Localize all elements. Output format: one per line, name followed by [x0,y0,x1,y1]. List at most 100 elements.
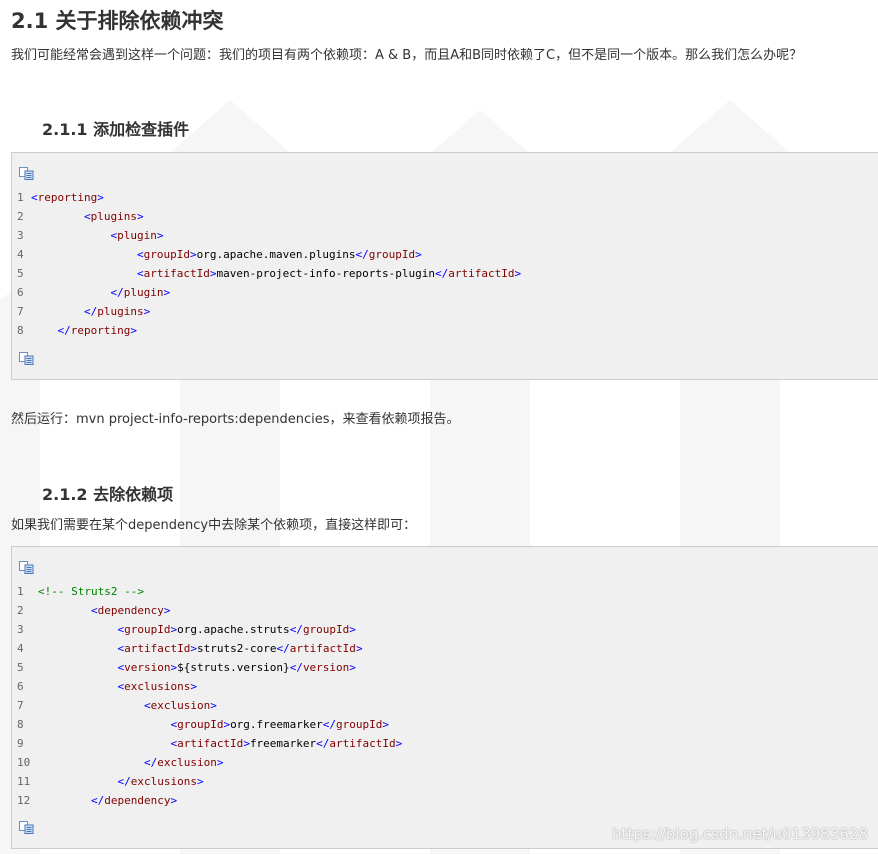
code-token: </ [110,286,124,299]
code-token: </ [276,642,290,655]
code-token: < [90,604,98,617]
code-token: plugins [90,210,137,223]
subsection-title-add-plugin: 2.1.1 添加检查插件 [42,120,190,139]
copy-code-icon[interactable] [19,352,34,365]
code-token: < [83,210,91,223]
line-number: 11 [17,775,31,788]
code-line: 2 <dependency> [17,601,170,620]
code-line: 5 <version>${struts.version}</version> [17,658,356,677]
code-block-plugin: 1 <reporting> 2 <plugins> 3 <plugin> 4 <grou… [11,152,878,380]
line-number: 12 [17,794,31,807]
code-token: org.apache.struts [177,623,290,636]
code-token: groupId [302,623,350,636]
code-token: > [415,248,422,261]
code-token: plugins [97,305,144,318]
line-number: 6 [17,286,24,299]
code-token: artifactId [329,737,396,750]
code-token: </ [316,737,330,750]
code-token: org.apache.maven.plugins [196,248,356,261]
code-line: 1 <!-- Struts2 --> [17,582,144,601]
code-token: > [163,604,171,617]
code-token: struts2-core [196,642,277,655]
line-number: 5 [17,661,24,674]
code-token: > [243,737,250,750]
code-line: 7 </plugins> [17,302,150,321]
code-token: > [210,699,217,712]
line-number: 5 [17,267,24,280]
code-line: 3 <plugin> [17,226,163,245]
intro-paragraph: 我们可能经常会遇到这样一个问题：我们的项目有两个依赖项：A & B，而且A和B同… [11,48,803,63]
code-token: > [349,661,356,674]
code-token: freemarker [249,737,317,750]
code-token: ${struts.version} [177,661,290,674]
code-line: 6 </plugin> [17,283,170,302]
code-token: dependency [104,794,171,807]
run-command-paragraph: 然后运行：mvn project-info-reports:dependenci… [11,412,460,427]
code-token: version [124,661,171,674]
line-number: 4 [17,248,24,261]
code-line: 12 </dependency> [17,791,177,810]
copy-code-icon[interactable] [19,821,34,834]
code-token: artifactId [124,642,191,655]
line-number: 7 [17,699,24,712]
copy-code-icon[interactable] [19,167,34,180]
subsection-title-remove-dependency: 2.1.2 去除依赖项 [42,485,174,504]
line-number: 2 [17,604,24,617]
code-token: org.freemarker [230,718,323,731]
code-token: maven-project-info-reports-plugin [216,267,435,280]
line-number: 3 [17,229,24,242]
code-token: groupId [177,718,224,731]
code-token: < [31,191,38,204]
code-token: plugin [117,229,157,242]
code-token: > [130,324,137,337]
line-number: 7 [17,305,24,318]
code-token: artifactId [289,642,356,655]
remove-dependency-paragraph: 如果我们需要在某个dependency中去除某个依赖项，直接这样即可： [11,518,417,533]
watermark: https://blog.csdn.net/u013983628 [612,825,868,843]
code-token: > [355,642,363,655]
code-token: </ [289,661,303,674]
code-line: 8 <groupId>org.freemarker</groupId> [17,715,389,734]
line-number: 10 [17,756,31,769]
code-line: 11 </exclusions> [17,772,204,791]
line-number: 6 [17,680,24,693]
code-token: > [97,191,104,204]
code-token: > [349,623,356,636]
code-token: groupId [143,248,190,261]
code-token: > [196,775,204,788]
line-number: 8 [17,718,24,731]
code-token: > [395,737,403,750]
code-token: > [156,229,164,242]
code-token: dependency [97,604,164,617]
section-title: 2.1 关于排除依赖冲突 [11,9,224,33]
code-token: > [143,305,151,318]
code-token: version [302,661,350,674]
code-token: > [189,248,197,261]
code-token: groupId [124,623,171,636]
code-token: < [143,699,151,712]
code-token: <!-- Struts2 --> [38,585,144,598]
code-token: > [136,210,144,223]
code-token: </ [322,718,337,731]
copy-code-icon[interactable] [19,561,34,574]
code-token: exclusion [157,756,217,769]
code-token: > [190,680,197,693]
code-token: </ [57,324,71,337]
code-line: 10 </exclusion> [17,753,223,772]
code-line: 1 <reporting> [17,188,104,207]
code-line: 9 <artifactId>freemarker</artifactId> [17,734,402,753]
code-token: < [136,248,144,261]
